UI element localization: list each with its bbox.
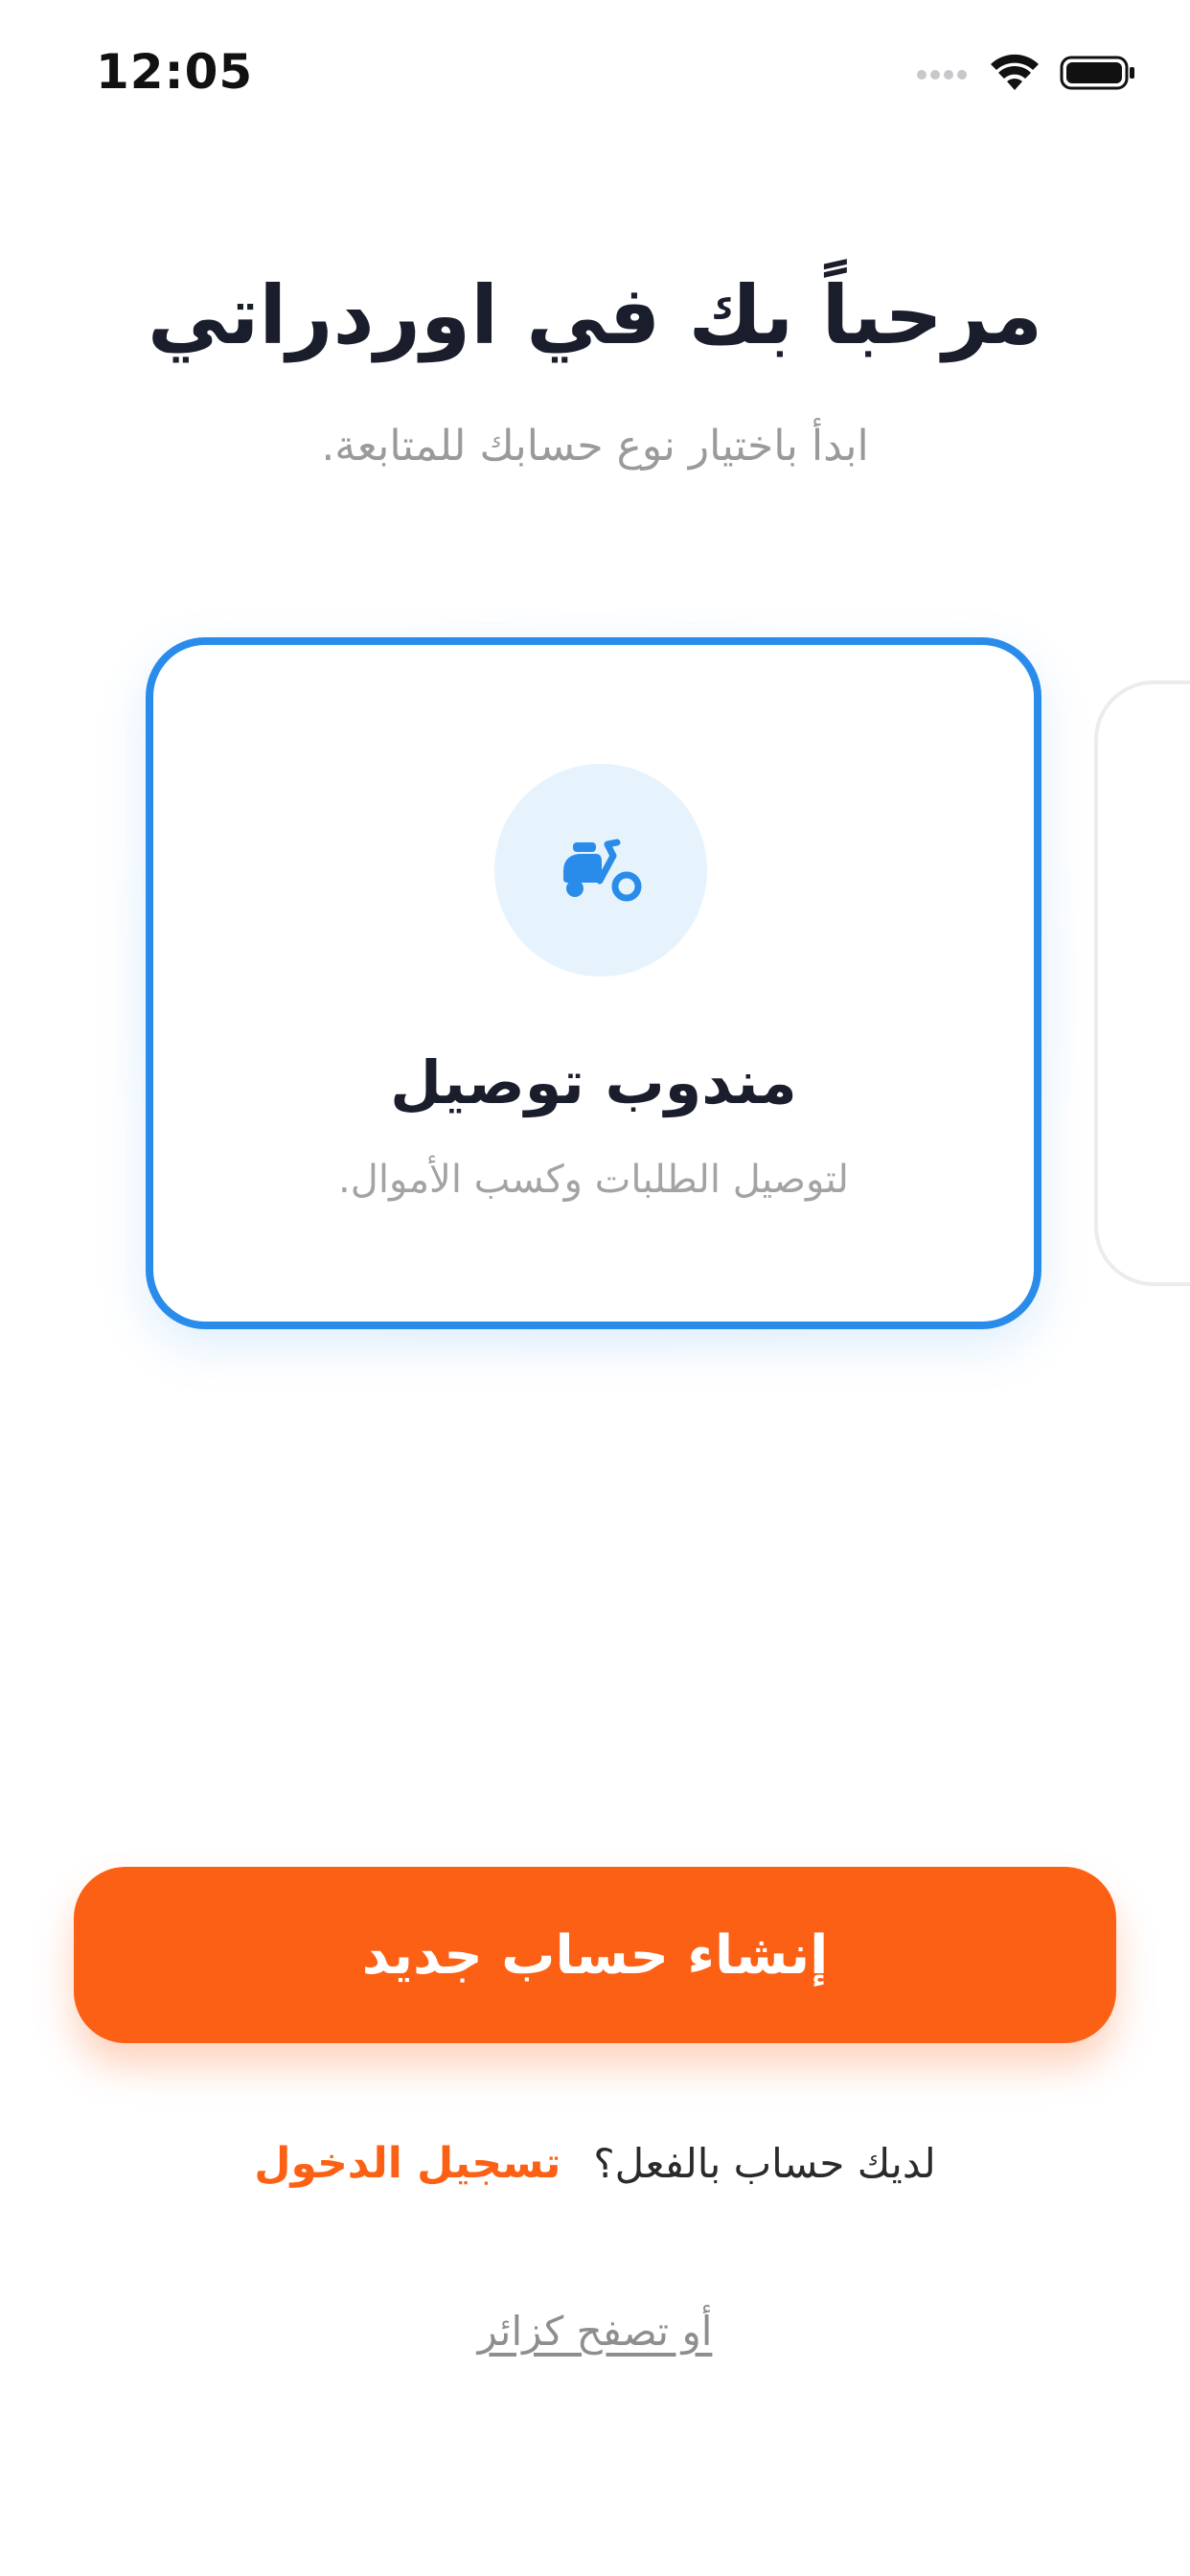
wifi-icon: [989, 54, 1041, 96]
account-type-card-delivery[interactable]: مندوب توصيل لتوصيل الطلبات وكسب الأموال.: [146, 637, 1041, 1329]
status-icons: [916, 54, 1136, 96]
browse-as-guest-link[interactable]: أو تصفح كزائر: [0, 2308, 1190, 2355]
create-account-button[interactable]: إنشاء حساب جديد: [74, 1867, 1116, 2043]
welcome-screen: 12:05 مرحباً بك في اوردراتي ابدأ باختيار…: [0, 0, 1190, 2576]
card-description: لتوصيل الطلبات وكسب الأموال.: [338, 1158, 849, 1202]
battery-icon: [1060, 54, 1136, 96]
scooter-icon: [558, 835, 644, 906]
login-prompt: لديك حساب بالفعل؟: [593, 2140, 936, 2187]
login-link[interactable]: تسجيل الدخول: [254, 2139, 561, 2188]
status-time: 12:05: [96, 44, 254, 100]
status-bar: 12:05: [0, 0, 1190, 144]
account-type-card-next[interactable]: [1094, 680, 1190, 1286]
card-icon-circle: [494, 764, 707, 977]
page-subtitle: ابدأ باختيار نوع حسابك للمتابعة.: [321, 422, 869, 471]
login-row: لديك حساب بالفعل؟ تسجيل الدخول: [0, 2139, 1190, 2188]
card-title: مندوب توصيل: [390, 1047, 797, 1117]
page-title: مرحباً بك في اوردراتي: [147, 268, 1043, 362]
cellular-signal-icon: [916, 63, 970, 86]
create-account-label: إنشاء حساب جديد: [361, 1923, 829, 1987]
